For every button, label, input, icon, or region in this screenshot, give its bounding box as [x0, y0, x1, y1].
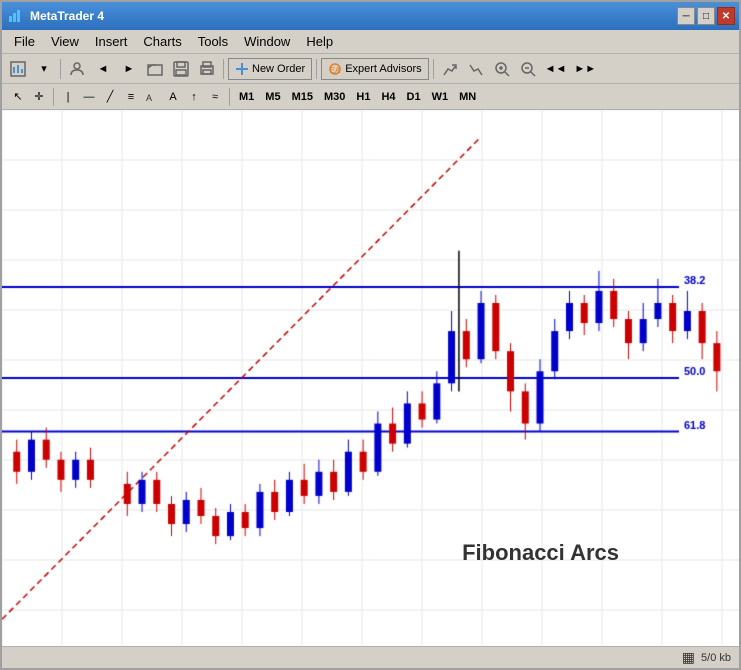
- period-h1[interactable]: H1: [351, 89, 375, 105]
- forward-button[interactable]: ►: [117, 57, 141, 81]
- status-bar: ▦ 5/0 kb: [2, 646, 739, 668]
- svg-text:A: A: [146, 93, 152, 103]
- app-icon: [6, 7, 24, 25]
- menu-view[interactable]: View: [43, 32, 87, 51]
- chart-down-button[interactable]: [464, 57, 488, 81]
- wave-tool[interactable]: ≈: [205, 87, 225, 107]
- zoom-out-button[interactable]: [516, 57, 540, 81]
- menu-charts[interactable]: Charts: [135, 32, 189, 51]
- main-window: MetaTrader 4 ─ □ ✕ File View Insert Char…: [0, 0, 741, 670]
- fibonacci-tool[interactable]: A: [142, 87, 162, 107]
- profiles-button[interactable]: [65, 57, 89, 81]
- sep-draw1: [53, 88, 54, 106]
- period-m30[interactable]: M30: [319, 89, 350, 105]
- chart-annotation: Fibonacci Arcs: [462, 540, 619, 566]
- print-button[interactable]: [195, 57, 219, 81]
- crosshair-tool[interactable]: ✛: [29, 87, 49, 107]
- period-h4[interactable]: H4: [376, 89, 400, 105]
- minimize-button[interactable]: ─: [677, 7, 695, 25]
- candlestick-canvas: [2, 110, 739, 646]
- period-w1[interactable]: W1: [427, 89, 454, 105]
- channels-tool[interactable]: ≡: [121, 87, 141, 107]
- main-toolbar: ▾ ◄ ► New Order EA Expert Advisors: [2, 54, 739, 84]
- period-d1[interactable]: D1: [402, 89, 426, 105]
- menu-help[interactable]: Help: [298, 32, 341, 51]
- vertical-line-tool[interactable]: |: [58, 87, 78, 107]
- sep1: [60, 59, 61, 79]
- scroll-right-button[interactable]: ►►: [571, 57, 599, 81]
- drawing-toolbar: ↖ ✛ | — ╱ ≡ A A ↑ ≈ M1 M5 M15 M30 H1 H4 …: [2, 84, 739, 110]
- sep-draw2: [229, 88, 230, 106]
- window-title: MetaTrader 4: [30, 9, 677, 23]
- chart-up-button[interactable]: [438, 57, 462, 81]
- arrow-tool[interactable]: ↑: [184, 87, 204, 107]
- expert-advisors-button[interactable]: EA Expert Advisors: [321, 58, 428, 80]
- status-size: 5/0 kb: [701, 652, 731, 664]
- period-m1[interactable]: M1: [234, 89, 259, 105]
- cursor-tool[interactable]: ↖: [8, 87, 28, 107]
- sep3: [316, 59, 317, 79]
- menu-bar: File View Insert Charts Tools Window Hel…: [2, 30, 739, 54]
- back-button[interactable]: ◄: [91, 57, 115, 81]
- status-right: ▦ 5/0 kb: [682, 649, 731, 666]
- scroll-left-button[interactable]: ◄◄: [542, 57, 570, 81]
- chart-area[interactable]: Fibonacci Arcs: [2, 110, 739, 646]
- window-controls: ─ □ ✕: [677, 7, 735, 25]
- close-button[interactable]: ✕: [717, 7, 735, 25]
- svg-text:EA: EA: [330, 66, 341, 75]
- text-tool[interactable]: A: [163, 87, 183, 107]
- period-mn[interactable]: MN: [454, 89, 481, 105]
- title-bar: MetaTrader 4 ─ □ ✕: [2, 2, 739, 30]
- network-icon: ▦: [682, 649, 695, 666]
- period-m15[interactable]: M15: [287, 89, 318, 105]
- period-m5[interactable]: M5: [260, 89, 285, 105]
- open-button[interactable]: [143, 57, 167, 81]
- trend-line-tool[interactable]: ╱: [100, 87, 120, 107]
- new-order-button[interactable]: New Order: [228, 58, 312, 80]
- horizontal-line-tool[interactable]: —: [79, 87, 99, 107]
- sep4: [433, 59, 434, 79]
- menu-file[interactable]: File: [6, 32, 43, 51]
- dropdown-arrow[interactable]: ▾: [32, 57, 56, 81]
- save-button[interactable]: [169, 57, 193, 81]
- menu-window[interactable]: Window: [236, 32, 298, 51]
- maximize-button[interactable]: □: [697, 7, 715, 25]
- sep2: [223, 59, 224, 79]
- zoom-in-button[interactable]: [490, 57, 514, 81]
- menu-insert[interactable]: Insert: [87, 32, 136, 51]
- menu-tools[interactable]: Tools: [190, 32, 236, 51]
- new-chart-button[interactable]: [6, 57, 30, 81]
